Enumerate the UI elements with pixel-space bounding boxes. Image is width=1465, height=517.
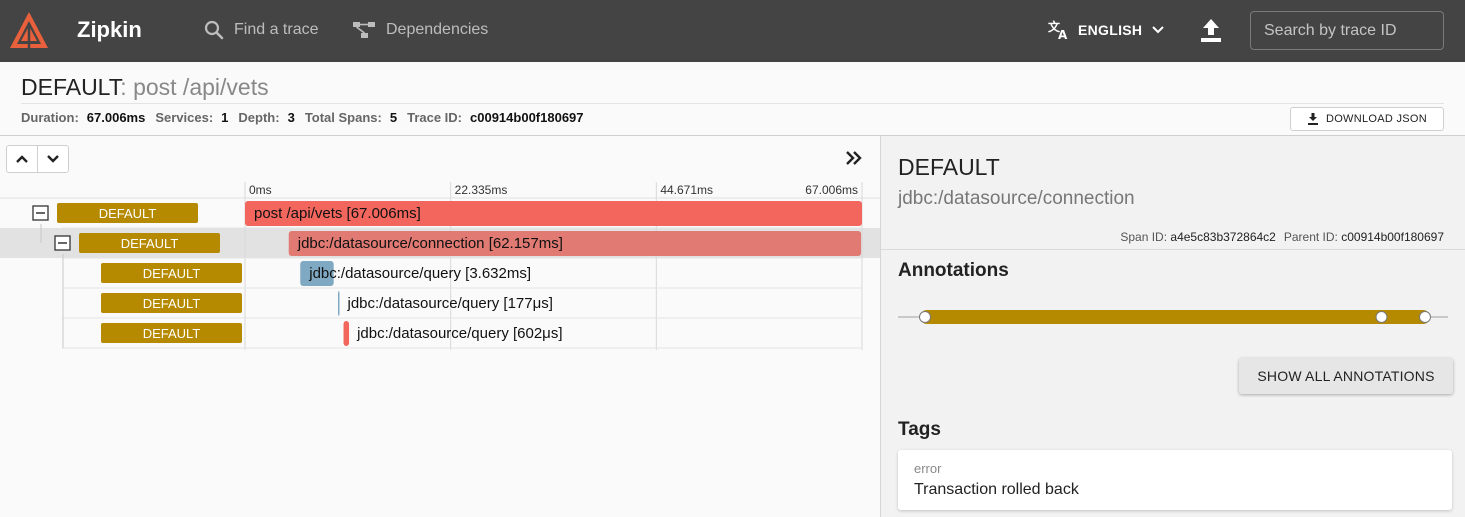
span-id-value: a4e5c83b372864c2 — [1170, 230, 1276, 244]
language-selector[interactable]: 文 A ENGLISH — [1048, 20, 1166, 40]
trace-meta: Duration: 67.006ms Services: 1 Depth: 3 Tot… — [21, 110, 586, 125]
timeline-tick-label: 22.335ms — [455, 183, 508, 197]
service-badge-label: DEFAULT — [121, 236, 179, 251]
meta-trace-id-key: Trace ID: — [407, 110, 463, 125]
span-bar[interactable] — [338, 291, 340, 316]
collapse-controls — [6, 145, 69, 173]
meta-services-key: Services: — [155, 110, 214, 125]
top-navbar: Zipkin Find a trace Dependencies 文 A ENG… — [0, 0, 1465, 62]
collapse-up-button[interactable] — [7, 146, 37, 172]
tags-heading: Tags — [898, 419, 941, 440]
tag-key: error — [914, 461, 942, 476]
meta-total-spans-value: 5 — [389, 110, 398, 125]
chevron-down-icon — [1152, 26, 1165, 34]
timeline-panel: 0ms 22.335ms 44.671ms 67.006ms DEFAULT post /… — [0, 136, 880, 517]
tag-card: error Transaction rolled back — [898, 450, 1452, 510]
meta-duration-value: 67.006ms — [86, 110, 146, 125]
nav-dependencies[interactable]: Dependencies — [352, 20, 488, 40]
span-name-label: jdbc:/datasource/query [602μs] — [356, 325, 562, 342]
service-badge-label: DEFAULT — [143, 266, 201, 281]
trace-id-search-input[interactable] — [1250, 11, 1444, 50]
trace-title: DEFAULT: post /api/vets — [21, 74, 269, 101]
dependencies-icon — [353, 22, 375, 38]
upload-icon[interactable] — [1199, 18, 1223, 44]
meta-services-value: 1 — [221, 110, 229, 125]
annotation-span-bar — [920, 310, 1430, 324]
span-detail-panel: DEFAULT jdbc:/datasource/connection Span… — [880, 136, 1465, 517]
zipkin-logo-icon[interactable] — [8, 10, 50, 52]
nav-find-trace[interactable]: Find a trace — [204, 20, 318, 40]
span-name-label: jdbc:/datasource/connection [62.157ms] — [297, 235, 563, 252]
expand-down-button[interactable] — [37, 146, 68, 172]
language-label: ENGLISH — [1078, 22, 1143, 38]
trace-title-separator: : — [120, 74, 134, 100]
brand-name[interactable]: Zipkin — [77, 17, 142, 43]
annotations-heading: Annotations — [898, 260, 1009, 281]
meta-trace-id-value: c00914b00f180697 — [470, 110, 584, 125]
trace-timeline: 0ms 22.335ms 44.671ms 67.006ms DEFAULT post /… — [0, 182, 880, 350]
meta-total-spans-key: Total Spans: — [304, 110, 382, 125]
span-id-label: Span ID: — [1120, 230, 1168, 244]
download-json-button[interactable]: DOWNLOAD JSON — [1290, 107, 1444, 131]
timeline-tick-label: 67.006ms — [805, 183, 858, 197]
search-icon — [204, 20, 224, 40]
detail-span-name: jdbc:/datasource/connection — [898, 188, 1135, 209]
meta-depth-key: Depth: — [238, 110, 280, 125]
service-badge-label: DEFAULT — [143, 296, 201, 311]
show-all-annotations-button[interactable]: SHOW ALL ANNOTATIONS — [1239, 358, 1453, 394]
timeline-tick-label: 44.671ms — [660, 183, 713, 197]
span-name-label: jdbc:/datasource/query [3.632ms] — [308, 265, 531, 282]
svg-text:A: A — [1058, 28, 1068, 40]
span-name-label: jdbc:/datasource/query [177μs] — [347, 295, 553, 312]
annotation-marker[interactable] — [1419, 311, 1431, 323]
translate-icon: 文 A — [1048, 20, 1068, 40]
header-divider — [21, 103, 1444, 104]
parent-id-label: Parent ID: — [1283, 230, 1338, 244]
annotation-marker[interactable] — [1375, 311, 1388, 323]
meta-depth-value: 3 — [287, 110, 295, 125]
annotation-timeline — [898, 310, 1448, 324]
trace-summary-header: DEFAULT: post /api/vets Duration: 67.006m… — [0, 62, 1465, 136]
service-badge-label: DEFAULT — [143, 326, 201, 341]
double-chevron-right-icon[interactable] — [845, 150, 863, 166]
detail-ids: Span ID: a4e5c83b372864c2 Parent ID: c00… — [1120, 230, 1444, 244]
detail-divider — [881, 249, 1465, 250]
nav-find-trace-label: Find a trace — [234, 21, 319, 38]
tag-value: Transaction rolled back — [914, 481, 1079, 498]
timeline-tick-label: 0ms — [249, 183, 272, 197]
trace-span-name: post /api/vets — [133, 74, 269, 100]
nav-dependencies-label: Dependencies — [386, 21, 489, 38]
span-name-label: post /api/vets [67.006ms] — [254, 205, 421, 222]
chevron-up-icon — [16, 155, 29, 163]
download-json-label: DOWNLOAD JSON — [1325, 113, 1428, 125]
chevron-down-icon — [47, 155, 60, 163]
detail-service-name: DEFAULT — [898, 154, 1000, 180]
span-bar[interactable] — [343, 321, 350, 346]
meta-duration-key: Duration: — [21, 110, 79, 125]
annotation-marker[interactable] — [919, 311, 931, 323]
trace-service-name: DEFAULT — [21, 74, 121, 100]
service-badge-label: DEFAULT — [99, 206, 157, 221]
download-icon — [1307, 113, 1318, 125]
parent-id-value: c00914b00f180697 — [1341, 230, 1444, 244]
